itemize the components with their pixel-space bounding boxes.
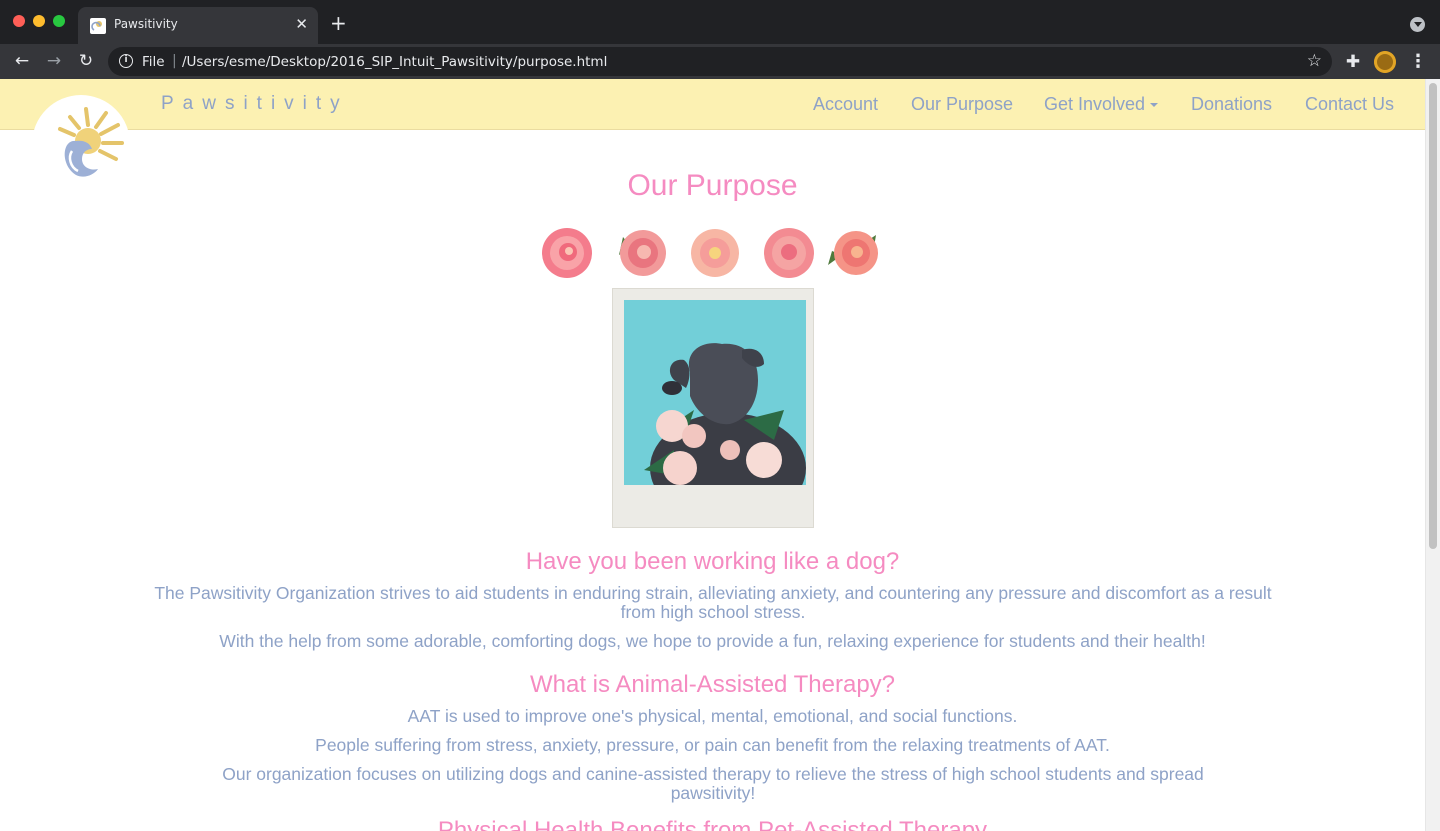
brand-name[interactable]: Pawsitivity (161, 93, 349, 115)
new-tab-button[interactable]: + (330, 12, 347, 34)
flower-row (0, 225, 1425, 281)
site-navbar: Pawsitivity Account Our Purpose Get Invo… (0, 79, 1425, 130)
url-separator: | (172, 53, 177, 69)
close-tab-icon[interactable]: ✕ (295, 15, 308, 33)
browser-tab-bar: Pawsitivity ✕ + (0, 0, 1440, 44)
profile-avatar[interactable] (1374, 51, 1396, 73)
tab-title: Pawsitivity (114, 17, 178, 31)
nav-get-involved[interactable]: Get Involved (1044, 94, 1159, 115)
site-info-icon[interactable]: i (119, 54, 133, 68)
section-heading-working-like-a-dog: Have you been working like a dog? (525, 548, 900, 575)
rose-image (619, 230, 666, 276)
zoom-window-button[interactable] (53, 15, 65, 27)
scrollbar-thumb[interactable] (1429, 83, 1437, 549)
rose-image (828, 231, 878, 275)
page-title: Our Purpose (627, 169, 798, 202)
close-window-button[interactable] (13, 15, 25, 27)
browser-menu-icon[interactable]: ⋮ (1407, 51, 1429, 73)
reload-button[interactable]: ↻ (74, 49, 98, 73)
bookmark-star-icon[interactable]: ☆ (1307, 51, 1322, 71)
extensions-icon[interactable]: ✚ (1342, 51, 1364, 73)
aat-paragraph-2: People suffering from stress, anxiety, p… (315, 735, 1110, 755)
page-viewport: Pawsitivity Account Our Purpose Get Invo… (0, 79, 1440, 831)
rose-image (542, 228, 592, 278)
url-text[interactable]: /Users/esme/Desktop/2016_SIP_Intuit_Paws… (182, 54, 607, 70)
url-scheme-label: File (142, 54, 165, 70)
rose-image (691, 229, 739, 277)
dog-polaroid-image (612, 288, 814, 528)
section-heading-physical-benefits: Physical Health Benefits from Pet-Assist… (437, 817, 988, 831)
page-scrollbar[interactable] (1425, 79, 1440, 831)
rose-image (764, 228, 814, 278)
favicon-icon (90, 18, 106, 34)
mission-paragraph: The Pawsitivity Organization strives to … (154, 583, 1272, 622)
aat-paragraph-1: AAT is used to improve one's physical, m… (407, 706, 1018, 726)
caret-down-icon (1150, 103, 1159, 108)
active-tab[interactable]: Pawsitivity ✕ (78, 7, 318, 44)
section-heading-aat: What is Animal-Assisted Therapy? (529, 671, 896, 698)
aat-paragraph-3: Our organization focuses on utilizing do… (222, 764, 1204, 803)
back-button[interactable]: ← (10, 49, 34, 73)
address-bar[interactable]: i File | /Users/esme/Desktop/2016_SIP_In… (108, 47, 1332, 76)
forward-button[interactable]: → (42, 49, 66, 73)
nav-account[interactable]: Account (813, 94, 878, 115)
nav-contact-us[interactable]: Contact Us (1305, 94, 1394, 115)
browser-toolbar: ← → ↻ i File | /Users/esme/Desktop/2016_… (0, 44, 1440, 79)
nav-donations[interactable]: Donations (1191, 94, 1272, 115)
tab-search-icon[interactable] (1410, 17, 1425, 32)
nav-our-purpose[interactable]: Our Purpose (911, 94, 1013, 115)
nav-get-involved-label: Get Involved (1044, 94, 1146, 114)
dogs-paragraph: With the help from some adorable, comfor… (219, 631, 1206, 651)
minimize-window-button[interactable] (33, 15, 45, 27)
